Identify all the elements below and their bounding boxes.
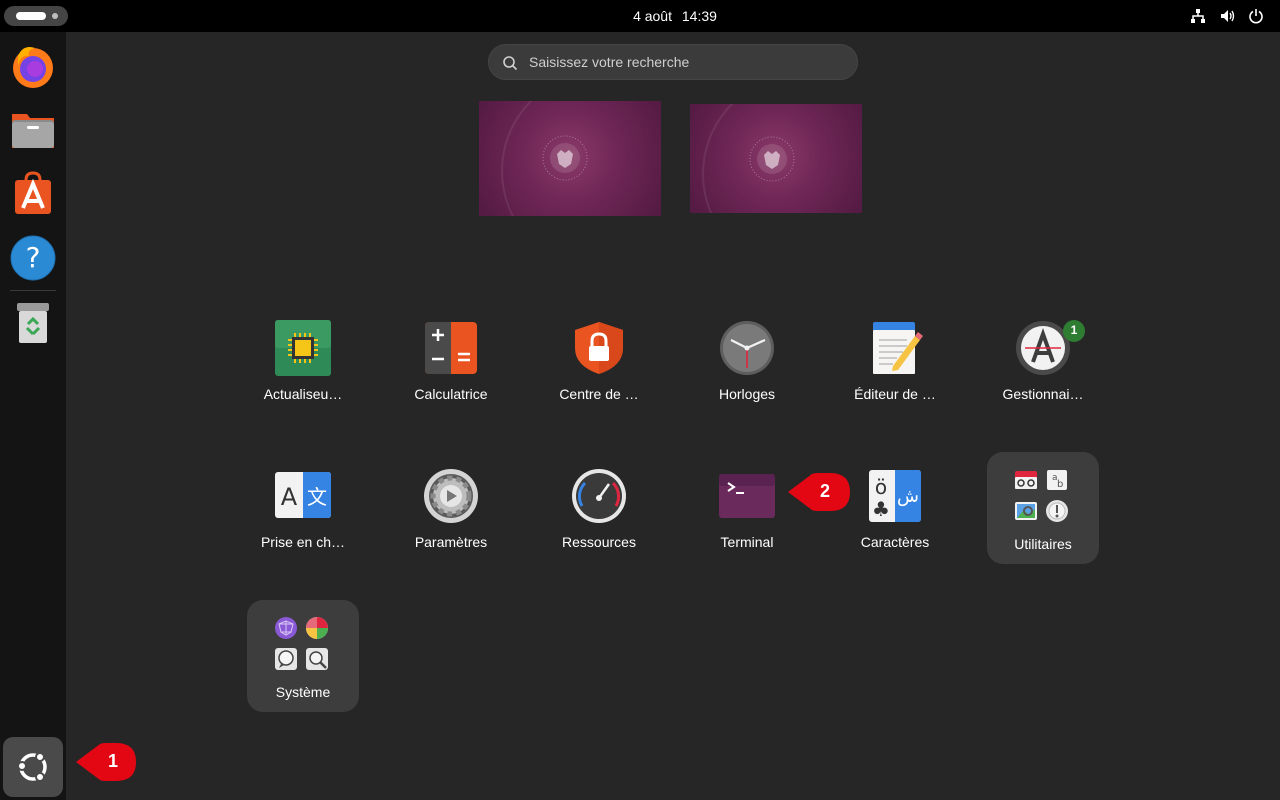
clock-date: 4 août bbox=[633, 8, 672, 24]
app-resources[interactable]: Ressources bbox=[544, 450, 654, 560]
app-characters[interactable]: ö ♣ ش Caractères bbox=[840, 450, 950, 560]
callout-number: 1 bbox=[107, 751, 118, 771]
search-box[interactable] bbox=[488, 44, 858, 80]
workspace-thumbnail-1[interactable] bbox=[479, 101, 661, 216]
folder-system[interactable]: Système bbox=[247, 600, 359, 712]
svg-text:ö: ö bbox=[875, 475, 887, 499]
power-icon[interactable] bbox=[1248, 8, 1264, 24]
app-security-center[interactable]: Centre de … bbox=[544, 302, 654, 412]
svg-text:A: A bbox=[281, 483, 298, 511]
app-clocks[interactable]: Horloges bbox=[692, 302, 802, 412]
app-label: Ressources bbox=[562, 534, 636, 550]
app-label: Gestionnai… bbox=[1002, 386, 1084, 402]
app-label: Calculatrice bbox=[414, 386, 488, 402]
dock: ? bbox=[0, 32, 66, 800]
security-center-icon bbox=[575, 322, 623, 374]
network-icon[interactable] bbox=[1190, 8, 1206, 24]
app-firmware-updater[interactable]: Actualiseu… bbox=[248, 302, 358, 412]
search-icon bbox=[503, 56, 518, 71]
callout-number: 2 bbox=[819, 481, 830, 501]
app-text-editor[interactable]: Éditeur de … bbox=[840, 302, 950, 412]
files-icon[interactable] bbox=[9, 106, 57, 154]
svg-text:?: ? bbox=[26, 241, 41, 274]
log-viewer-icon bbox=[275, 648, 297, 670]
svg-text:b: b bbox=[1057, 479, 1063, 490]
volume-icon[interactable] bbox=[1220, 8, 1236, 24]
document-viewer-icon: a b bbox=[1047, 470, 1067, 490]
workspace-indicator-inactive bbox=[52, 13, 58, 19]
app-calculator[interactable]: Calculatrice bbox=[396, 302, 506, 412]
show-apps-icon bbox=[17, 752, 47, 782]
activities-button[interactable] bbox=[4, 6, 68, 26]
top-bar: 4 août 14:39 bbox=[0, 0, 1280, 32]
folder-utilities[interactable]: a b Utilitaires bbox=[987, 452, 1099, 564]
font-viewer-icon bbox=[1015, 471, 1037, 489]
workspace-thumbnail-2[interactable] bbox=[690, 104, 862, 213]
folder-label: Utilitaires bbox=[1014, 536, 1072, 552]
terminal-icon bbox=[719, 474, 775, 518]
firefox-icon[interactable] bbox=[9, 42, 57, 90]
svg-text:ش: ش bbox=[897, 486, 919, 507]
app-label: Actualiseu… bbox=[263, 386, 343, 402]
folder-label: Système bbox=[275, 684, 331, 700]
clock[interactable]: 4 août 14:39 bbox=[600, 0, 750, 32]
help-icon[interactable]: ? bbox=[9, 234, 57, 282]
firmware-updater-icon bbox=[275, 320, 331, 376]
app-center-icon[interactable] bbox=[9, 170, 57, 218]
app-label: Caractères bbox=[860, 534, 930, 550]
settings-icon bbox=[424, 469, 478, 523]
workspace-indicator-active bbox=[16, 12, 46, 20]
svg-text:文: 文 bbox=[307, 485, 327, 509]
wallpaper-mascot-icon bbox=[542, 135, 588, 181]
callout-marker-2: 2 bbox=[786, 470, 852, 514]
app-label: Horloges bbox=[718, 386, 776, 402]
language-support-icon: A 文 bbox=[275, 472, 331, 518]
network-settings-icon bbox=[275, 617, 297, 639]
image-viewer-icon bbox=[1015, 502, 1037, 520]
app-settings[interactable]: Paramètres bbox=[396, 450, 506, 560]
system-monitor-icon bbox=[306, 648, 328, 670]
resources-icon bbox=[572, 469, 626, 523]
calculator-icon bbox=[425, 322, 477, 374]
app-label: Centre de … bbox=[559, 386, 639, 402]
clocks-icon bbox=[720, 321, 774, 375]
dock-separator bbox=[10, 290, 56, 291]
callout-marker-1: 1 bbox=[74, 740, 138, 784]
wallpaper-mascot-icon bbox=[749, 136, 795, 182]
app-label: Éditeur de … bbox=[854, 386, 936, 402]
text-editor-icon bbox=[873, 322, 923, 374]
characters-icon: ö ♣ ش bbox=[869, 470, 921, 522]
passwords-icon bbox=[1046, 500, 1068, 522]
app-label: Paramètres bbox=[414, 534, 488, 550]
app-language-support[interactable]: A 文 Prise en ch… bbox=[248, 450, 358, 560]
clock-time: 14:39 bbox=[681, 8, 717, 24]
app-software-manager[interactable]: 1 Gestionnai… bbox=[988, 302, 1098, 412]
disk-usage-icon bbox=[306, 617, 328, 639]
update-count-badge-text: 1 bbox=[1070, 323, 1078, 337]
show-apps-button[interactable] bbox=[3, 737, 63, 797]
app-label: Terminal bbox=[720, 534, 774, 550]
svg-text:♣: ♣ bbox=[872, 497, 890, 521]
app-label: Prise en ch… bbox=[260, 534, 346, 550]
search-input[interactable] bbox=[529, 45, 839, 79]
trash-icon[interactable] bbox=[9, 298, 57, 346]
